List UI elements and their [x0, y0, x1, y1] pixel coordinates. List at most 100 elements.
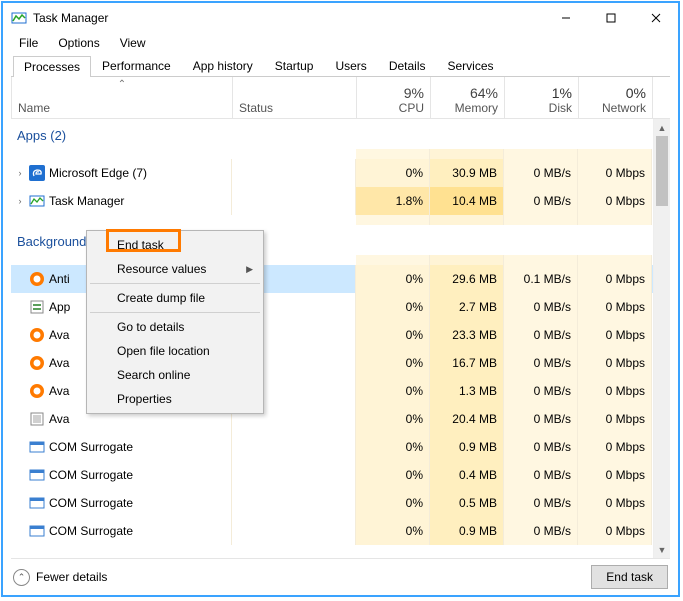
end-task-button[interactable]: End task	[591, 565, 668, 589]
process-name: Task Manager	[49, 194, 124, 208]
close-button[interactable]	[633, 4, 678, 33]
tab-services[interactable]: Services	[437, 55, 505, 76]
ctx-create-dump[interactable]: Create dump file	[89, 286, 261, 310]
column-memory[interactable]: 64% Memory	[431, 77, 505, 118]
column-disk[interactable]: 1% Disk	[505, 77, 579, 118]
tab-users[interactable]: Users	[324, 55, 377, 76]
process-row[interactable]: COM Surrogate0%0.4 MB0 MB/s0 Mbps	[11, 461, 653, 489]
column-cpu[interactable]: 9% CPU	[357, 77, 431, 118]
process-status	[232, 489, 356, 517]
task-manager-icon	[11, 10, 27, 26]
menu-options[interactable]: Options	[50, 34, 107, 52]
process-status	[232, 187, 356, 215]
column-network[interactable]: 0% Network	[579, 77, 653, 118]
minimize-button[interactable]	[543, 4, 588, 33]
process-memory: 2.7 MB	[430, 293, 504, 321]
process-memory: 1.3 MB	[430, 377, 504, 405]
process-status	[232, 517, 356, 545]
process-cpu: 0%	[356, 405, 430, 433]
process-icon	[29, 467, 45, 483]
window-title: Task Manager	[33, 11, 108, 25]
process-network: 0 Mbps	[578, 187, 652, 215]
column-status[interactable]: Status	[233, 77, 357, 118]
tab-details[interactable]: Details	[378, 55, 437, 76]
process-name-cell: ›Microsoft Edge (7)	[11, 159, 232, 187]
process-name: App	[49, 300, 70, 314]
process-row[interactable]: COM Surrogate0%0.9 MB0 MB/s0 Mbps	[11, 517, 653, 545]
scroll-down-icon[interactable]: ▼	[654, 541, 670, 558]
scroll-thumb[interactable]	[656, 136, 668, 206]
ctx-resource-values[interactable]: Resource values ▶	[89, 257, 261, 281]
process-network: 0 Mbps	[578, 159, 652, 187]
tabstrip: Processes Performance App history Startu…	[11, 55, 670, 77]
titlebar: Task Manager	[3, 3, 678, 33]
expand-chevron-icon[interactable]: ›	[15, 196, 25, 206]
process-memory: 29.6 MB	[430, 265, 504, 293]
process-list: Apps (2) ›Microsoft Edge (7)0%30.9 MB0 MB…	[11, 119, 670, 559]
chevron-up-circle-icon: ⌃	[13, 569, 30, 586]
expand-chevron-icon[interactable]: ›	[15, 168, 25, 178]
process-disk: 0 MB/s	[504, 377, 578, 405]
ctx-properties[interactable]: Properties	[89, 387, 261, 411]
column-status-label: Status	[239, 101, 350, 115]
process-row[interactable]: ›Task Manager1.8%10.4 MB0 MB/s0 Mbps	[11, 187, 653, 215]
tab-app-history[interactable]: App history	[182, 55, 264, 76]
process-cpu: 0%	[356, 433, 430, 461]
process-disk: 0.1 MB/s	[504, 265, 578, 293]
process-disk: 0 MB/s	[504, 517, 578, 545]
process-cpu: 0%	[356, 349, 430, 377]
fewer-details-label: Fewer details	[36, 570, 107, 584]
process-name-cell: COM Surrogate	[11, 517, 232, 545]
process-cpu: 1.8%	[356, 187, 430, 215]
fewer-details-toggle[interactable]: ⌃ Fewer details	[13, 569, 107, 586]
process-disk: 0 MB/s	[504, 187, 578, 215]
column-disk-label: Disk	[549, 101, 572, 115]
process-status	[232, 461, 356, 489]
process-icon	[29, 439, 45, 455]
process-network: 0 Mbps	[578, 349, 652, 377]
process-icon	[29, 271, 45, 287]
column-header: ⌃ Name Status 9% CPU 64% Memory 1% Disk …	[11, 77, 670, 119]
process-icon	[29, 523, 45, 539]
process-row[interactable]: COM Surrogate0%0.5 MB0 MB/s0 Mbps	[11, 489, 653, 517]
maximize-button[interactable]	[588, 4, 633, 33]
process-memory: 0.9 MB	[430, 517, 504, 545]
process-row[interactable]: COM Surrogate0%0.9 MB0 MB/s0 Mbps	[11, 433, 653, 461]
process-disk: 0 MB/s	[504, 159, 578, 187]
chevron-right-icon: ▶	[246, 264, 253, 275]
menu-view[interactable]: View	[112, 34, 154, 52]
column-memory-label: Memory	[455, 101, 498, 115]
process-name: COM Surrogate	[49, 440, 133, 454]
ctx-search-online[interactable]: Search online	[89, 363, 261, 387]
column-name[interactable]: ⌃ Name	[11, 77, 233, 118]
process-name-cell: COM Surrogate	[11, 461, 232, 489]
disk-total-pct: 1%	[552, 85, 572, 101]
process-disk: 0 MB/s	[504, 489, 578, 517]
group-summary-row	[11, 149, 653, 159]
process-memory: 0.5 MB	[430, 489, 504, 517]
process-name: Ava	[49, 328, 69, 342]
scroll-up-icon[interactable]: ▲	[654, 119, 670, 136]
group-summary-row	[11, 215, 653, 225]
tab-startup[interactable]: Startup	[264, 55, 325, 76]
tab-performance[interactable]: Performance	[91, 55, 182, 76]
process-disk: 0 MB/s	[504, 433, 578, 461]
ctx-open-location[interactable]: Open file location	[89, 339, 261, 363]
ctx-go-details[interactable]: Go to details	[89, 315, 261, 339]
process-name: Ava	[49, 412, 69, 426]
column-network-label: Network	[602, 101, 646, 115]
process-row[interactable]: ›Microsoft Edge (7)0%30.9 MB0 MB/s0 Mbps	[11, 159, 653, 187]
process-icon	[29, 193, 45, 209]
task-manager-window: Task Manager File Options View Processes…	[1, 1, 680, 597]
process-name-cell: COM Surrogate	[11, 489, 232, 517]
process-cpu: 0%	[356, 461, 430, 489]
process-icon	[29, 299, 45, 315]
vertical-scrollbar[interactable]: ▲ ▼	[653, 119, 670, 558]
tab-processes[interactable]: Processes	[13, 56, 91, 77]
menu-file[interactable]: File	[11, 34, 46, 52]
ctx-end-task[interactable]: End task	[89, 233, 261, 257]
process-memory: 0.9 MB	[430, 433, 504, 461]
process-name: Anti	[49, 272, 70, 286]
group-apps-label[interactable]: Apps (2)	[11, 119, 653, 149]
process-network: 0 Mbps	[578, 265, 652, 293]
